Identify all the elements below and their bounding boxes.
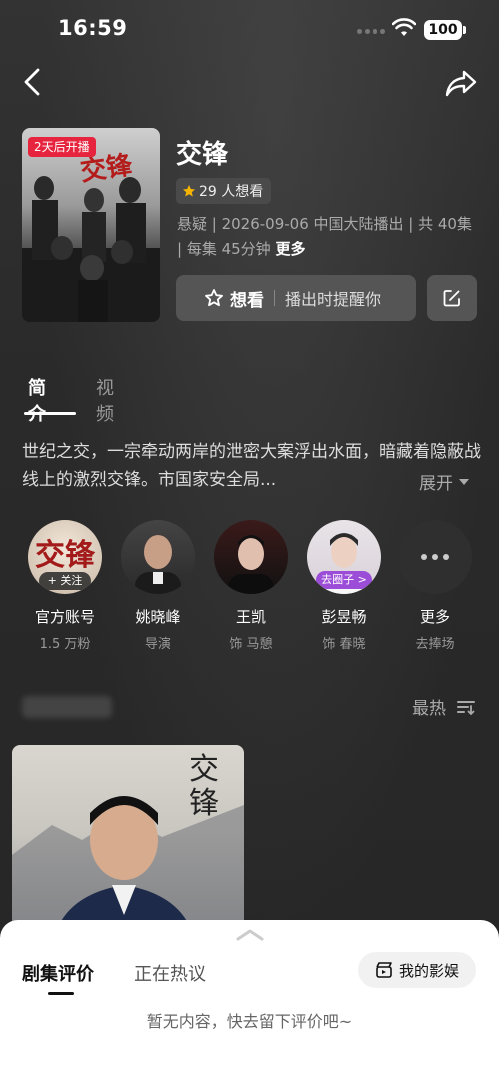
want-count-badge: 29 人想看 xyxy=(176,178,272,204)
person-silhouette xyxy=(228,535,274,594)
cast-role: 1.5 万粉 xyxy=(39,637,91,652)
section-header: 最热 xyxy=(0,692,499,722)
cast-list: 交锋 + 关注 官方账号 1.5 万粉 姚晓峰 导演 王凯 饰 马憩 去圈子 >… xyxy=(0,520,499,660)
my-movies-button[interactable]: 我的影娱 xyxy=(358,952,476,988)
show-poster[interactable]: 交锋 xyxy=(22,128,160,322)
battery-cap xyxy=(463,26,466,34)
chevron-up-icon[interactable] xyxy=(235,928,265,942)
empty-state-text: 暂无内容，快去留下评价吧~ xyxy=(146,1012,353,1031)
status-time: 16:59 xyxy=(58,16,128,40)
cast-item-pengyuchang[interactable]: 去圈子 > 彭昱畅 饰 春晓 xyxy=(299,520,389,652)
cast-item-wangkai[interactable]: 王凯 饰 马憩 xyxy=(206,520,296,652)
cast-name: 王凯 xyxy=(235,608,266,626)
reviews-sheet: 剧集评价 正在热议 我的影娱 暂无内容，快去留下评价吧~ xyxy=(0,920,499,1080)
avatar xyxy=(121,520,195,594)
battery-icon: 100 xyxy=(424,20,462,40)
tab-intro[interactable]: 简介 xyxy=(28,374,46,426)
tab-hot-discussion[interactable]: 正在热议 xyxy=(134,960,206,986)
synopsis-text: 世纪之交，一宗牵动两岸的泄密大案浮出水面，暗藏着隐蔽战线上的激烈交锋。市国家安全… xyxy=(22,442,481,490)
meta-more-link[interactable]: 更多 xyxy=(275,240,305,258)
show-meta-text: 悬疑 | 2026-09-06 中国大陆播出 | 共 40集 | 每集 45分钟 xyxy=(177,215,472,258)
show-meta: 悬疑 | 2026-09-06 中国大陆播出 | 共 40集 | 每集 45分钟… xyxy=(177,212,477,262)
clapperboard-icon xyxy=(376,962,392,978)
cast-name: 官方账号 xyxy=(34,608,95,626)
edit-button[interactable] xyxy=(427,275,477,321)
more-dots-icon xyxy=(398,520,472,594)
want-button-label: 想看 xyxy=(230,290,264,311)
blurred-section-title xyxy=(22,696,112,718)
cast-role: 去捧场 xyxy=(415,637,455,652)
follow-tag[interactable]: + 关注 xyxy=(39,572,91,590)
avatar: 去圈子 > xyxy=(307,520,381,594)
video-title-art: 交锋 xyxy=(189,752,219,821)
wifi-icon xyxy=(392,18,416,36)
cast-name: 彭昱畅 xyxy=(321,608,367,626)
sort-button[interactable]: 最热 xyxy=(412,694,446,719)
sort-icon[interactable] xyxy=(456,698,476,716)
circle-tag[interactable]: 去圈子 > xyxy=(316,571,372,589)
chevron-down-icon xyxy=(459,478,469,485)
cast-role: 饰 马憩 xyxy=(229,637,273,652)
star-outline-icon xyxy=(205,289,223,307)
avatar: 交锋 + 关注 xyxy=(28,520,102,594)
cast-name: 更多 xyxy=(419,608,450,626)
official-logo: 交锋 xyxy=(35,538,95,573)
edit-icon xyxy=(443,290,460,307)
tab-underline xyxy=(24,412,76,415)
tab-reviews[interactable]: 剧集评价 xyxy=(22,960,94,986)
status-bar: 16:59 100 xyxy=(0,0,499,60)
show-title: 交锋 xyxy=(176,140,229,170)
cast-role: 饰 春晓 xyxy=(322,637,366,652)
back-icon[interactable] xyxy=(20,66,46,98)
video-card[interactable]: 交锋 xyxy=(12,745,244,945)
cast-item-official[interactable]: 交锋 + 关注 官方账号 1.5 万粉 xyxy=(20,520,110,652)
cast-name: 姚晓峰 xyxy=(135,608,181,626)
tab-video[interactable]: 视频 xyxy=(96,374,114,426)
share-icon[interactable] xyxy=(444,68,478,98)
premiere-badge: 2天后开播 xyxy=(28,137,96,157)
cast-item-more[interactable]: 更多 去捧场 xyxy=(390,520,480,652)
want-button-divider xyxy=(274,290,275,306)
expand-button[interactable]: 展开 xyxy=(419,469,469,494)
my-movies-label: 我的影娱 xyxy=(398,961,459,980)
star-icon xyxy=(183,185,195,197)
person-silhouette xyxy=(135,535,181,594)
signal-icon xyxy=(357,29,385,35)
avatar xyxy=(214,520,288,594)
want-count-text: 29 人想看 xyxy=(199,184,264,200)
want-button[interactable]: 想看 播出时提醒你 xyxy=(176,275,416,321)
cast-role: 导演 xyxy=(144,637,171,652)
remind-label: 播出时提醒你 xyxy=(285,290,382,309)
expand-label: 展开 xyxy=(419,474,453,494)
tab-reviews-underline xyxy=(48,992,74,995)
cast-item-director[interactable]: 姚晓峰 导演 xyxy=(113,520,203,652)
